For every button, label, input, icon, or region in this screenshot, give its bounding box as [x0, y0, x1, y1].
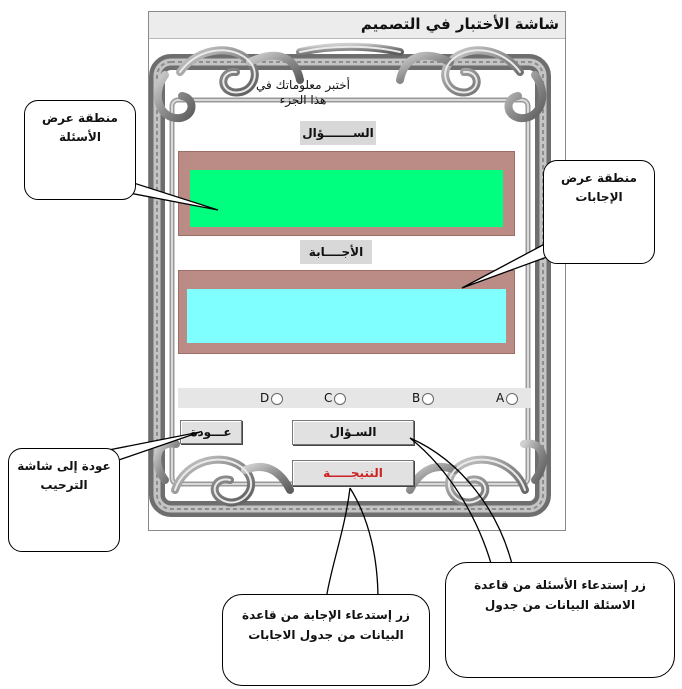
- callout-question-button: زر إستدعاء الأسئلة من قاعدة الاسئلة البي…: [445, 562, 675, 678]
- callout-answers-area: منطقة عرض الإجابات: [543, 160, 655, 264]
- radio-d-icon[interactable]: [271, 392, 284, 405]
- answers-header: الأجــــابة: [300, 240, 372, 264]
- quiz-prompt: أختبر معلوماتك في هذا الجزء: [256, 78, 350, 107]
- callout-result-button: زر إستدعاء الإجابة من قاعدة البيانات من …: [222, 594, 430, 686]
- answers-display-box: [187, 289, 506, 343]
- radio-c-icon[interactable]: [334, 392, 347, 405]
- radio-b-icon[interactable]: [422, 392, 435, 405]
- callout-question-area: منطقة عرض الأسئلة: [24, 100, 136, 200]
- result-button[interactable]: النتيجـــــة: [292, 460, 414, 486]
- question-display-box: [190, 170, 503, 227]
- question-button[interactable]: السـؤال: [292, 420, 414, 445]
- back-button[interactable]: عـــودة: [180, 420, 242, 444]
- option-d[interactable]: D: [260, 390, 284, 406]
- option-a[interactable]: A: [496, 390, 519, 406]
- question-header: الســـــــؤال: [300, 121, 376, 145]
- radio-a-icon[interactable]: [506, 392, 519, 405]
- callout-back-button: عودة إلى شاشة الترحيب: [8, 448, 120, 552]
- answer-options-bar: D C B A: [178, 388, 531, 408]
- option-c[interactable]: C: [324, 390, 347, 406]
- question-display-area: [178, 151, 515, 236]
- answers-display-area: [178, 270, 515, 354]
- option-b[interactable]: B: [412, 390, 435, 406]
